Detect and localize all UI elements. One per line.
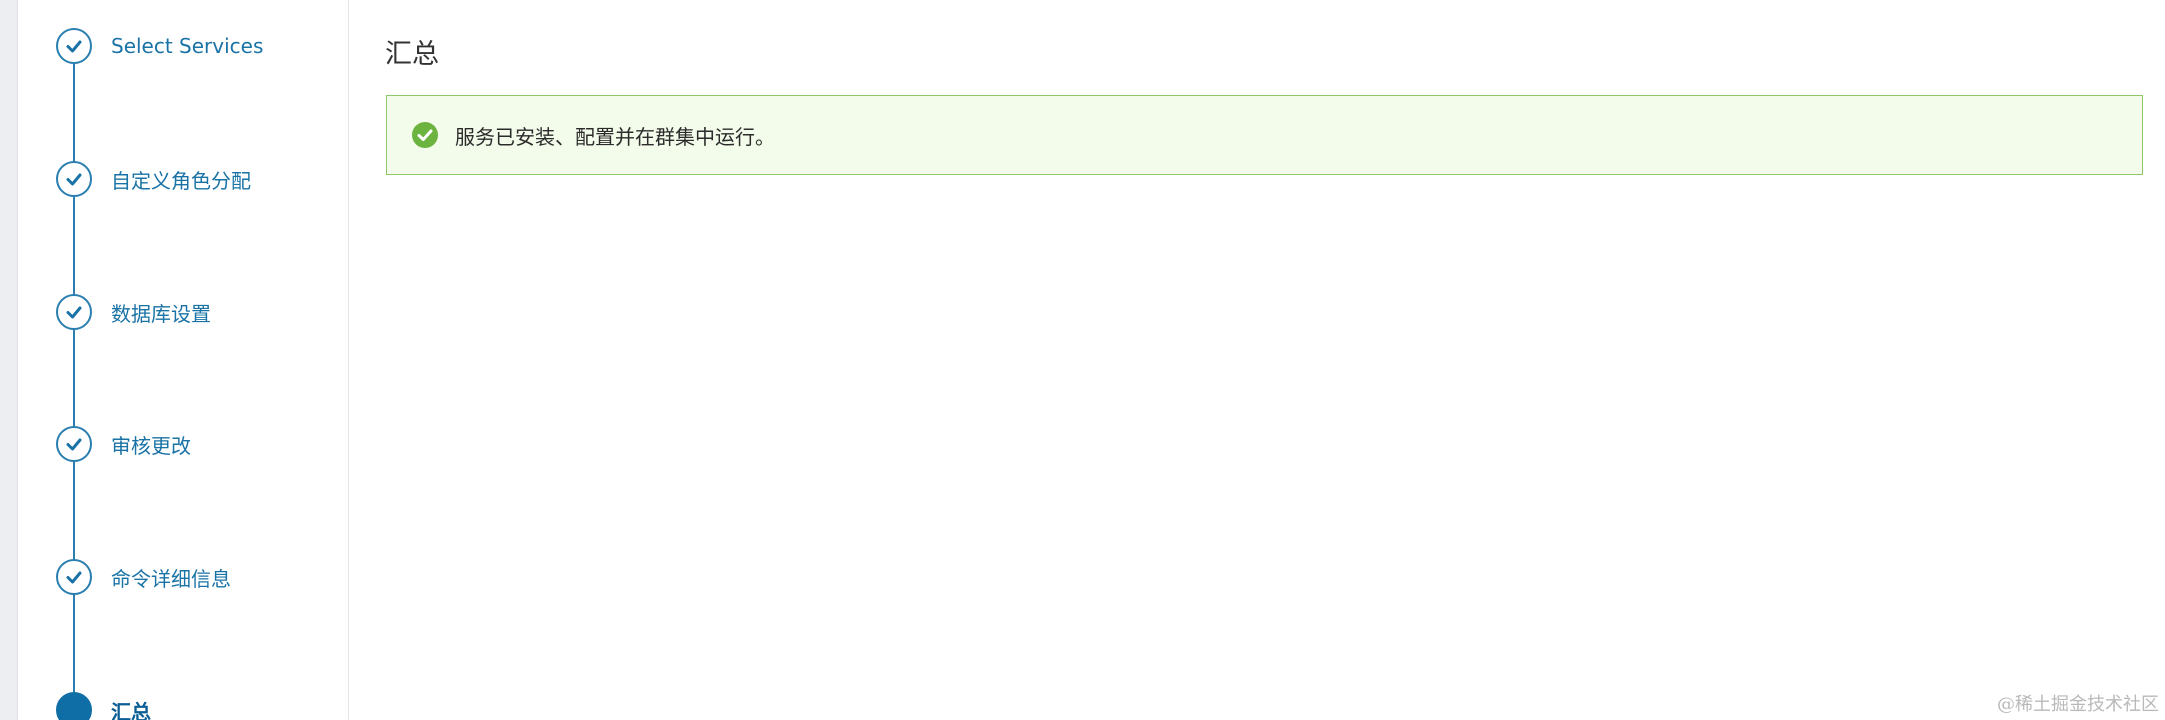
check-icon [56, 161, 92, 197]
wizard-step-label: 命令详细信息 [111, 566, 231, 591]
wizard-step-label: 自定义角色分配 [111, 168, 251, 193]
watermark: @稀土掘金技术社区 [1997, 694, 2159, 715]
wizard-step-label: Select Services [111, 34, 264, 58]
wizard-step-command-details[interactable]: 命令详细信息 [56, 559, 231, 595]
page-title: 汇总 [385, 39, 439, 70]
alert-message: 服务已安装、配置并在群集中运行。 [455, 124, 775, 149]
wizard-step-database-setup[interactable]: 数据库设置 [56, 294, 211, 330]
check-icon [56, 426, 92, 462]
wizard-step-label: 数据库设置 [111, 301, 211, 326]
success-alert: 服务已安装、配置并在群集中运行。 [386, 95, 2143, 175]
wizard-step-summary[interactable]: 汇总 [56, 692, 151, 720]
check-circle-icon [411, 121, 439, 149]
page: Select Services 自定义角色分配 数据库设置 审核更改 命令详细信 [0, 0, 2165, 720]
wizard-step-custom-role-assignment[interactable]: 自定义角色分配 [56, 161, 251, 197]
check-icon [56, 294, 92, 330]
wizard-steps-sidebar: Select Services 自定义角色分配 数据库设置 审核更改 命令详细信 [18, 0, 349, 720]
main-content: 汇总 服务已安装、配置并在群集中运行。 [350, 0, 2165, 720]
left-gutter [0, 0, 18, 720]
check-icon [56, 28, 92, 64]
current-step-dot-icon [56, 692, 92, 720]
wizard-step-select-services[interactable]: Select Services [56, 28, 263, 64]
wizard-step-label: 汇总 [111, 699, 151, 720]
wizard-step-review-changes[interactable]: 审核更改 [56, 426, 191, 462]
wizard-step-label: 审核更改 [111, 433, 191, 458]
check-icon [56, 559, 92, 595]
